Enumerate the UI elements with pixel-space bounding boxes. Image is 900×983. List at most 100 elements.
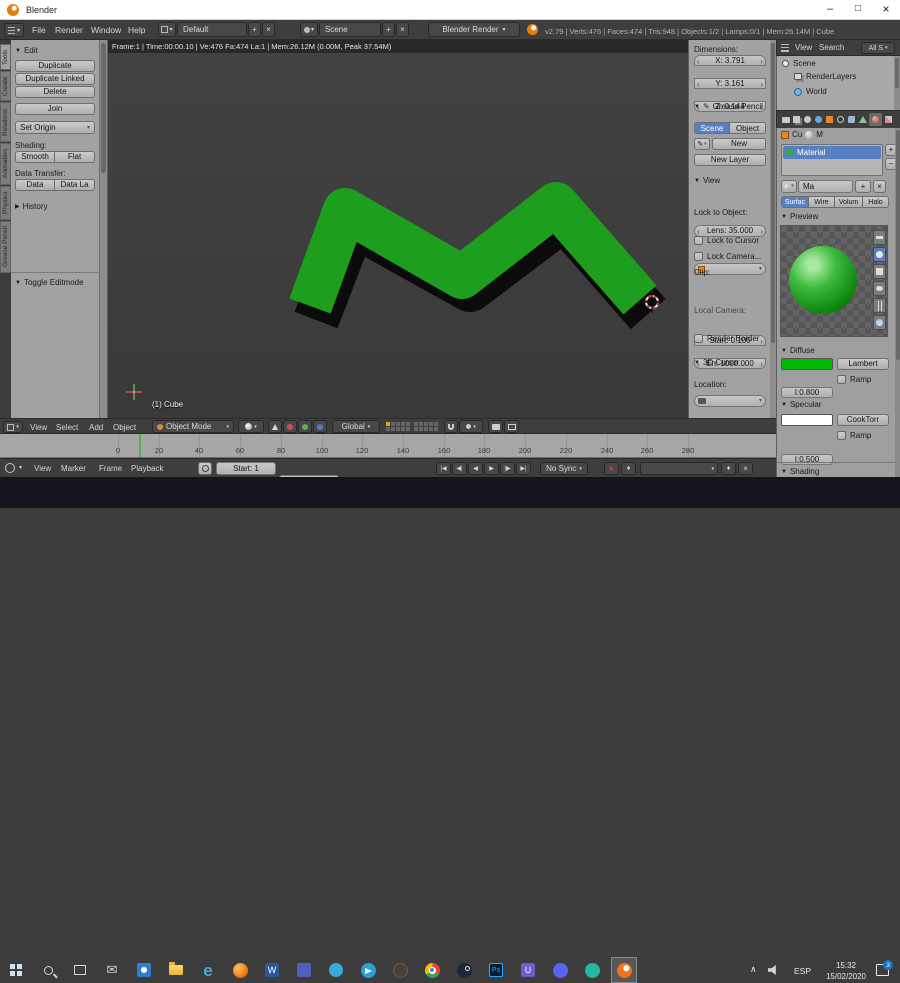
hidden-icons-caret[interactable]: ∧ (750, 964, 757, 975)
layer-dot[interactable] (401, 422, 405, 426)
timeline-ruler[interactable]: 0 20 40 60 80 100 120 140 160 180 200 22… (0, 434, 776, 458)
manipulator-pointer-button[interactable] (268, 420, 282, 433)
manipulator-rotate-button[interactable] (298, 420, 312, 433)
dimension-y-field[interactable]: ‹ Y: 3.161 › (694, 78, 766, 89)
start-button[interactable] (3, 957, 29, 983)
teal-app-icon[interactable] (579, 957, 605, 983)
layer-dot[interactable] (429, 427, 433, 431)
manipulator-scale-button[interactable] (313, 420, 327, 433)
snap-magnet-button[interactable] (444, 420, 458, 433)
material-browse-dropdown[interactable]: ▾ (781, 180, 797, 193)
close-button[interactable]: × (872, 0, 900, 20)
jump-to-start-button[interactable]: |◀ (436, 462, 451, 475)
maximize-button[interactable]: □ (844, 0, 872, 20)
outliner-item-world[interactable]: World (794, 87, 827, 96)
gp-new-button[interactable]: New (712, 138, 766, 150)
task-view-button[interactable] (67, 957, 93, 983)
unlink-material-button[interactable]: × (873, 180, 886, 193)
tool-shelf-scrollbar[interactable] (100, 40, 108, 418)
set-origin-dropdown[interactable]: Set Origin ▾ (15, 121, 95, 134)
data-transfer-layout-button[interactable]: Data La (55, 179, 95, 191)
layer-dot[interactable] (406, 422, 410, 426)
render-tab-icon[interactable] (782, 117, 790, 123)
timeline-menu-playback[interactable]: Playback (131, 464, 163, 473)
jump-to-end-button[interactable]: ▶| (516, 462, 531, 475)
outliner-display-filter-dropdown[interactable]: All S ▾ (861, 42, 895, 54)
specular-panel-header[interactable]: ▼ Specular (781, 400, 822, 409)
gp-new-layer-button[interactable]: New Layer (694, 154, 766, 166)
material-slot-row[interactable]: Material (783, 146, 881, 159)
current-frame-line[interactable] (139, 434, 141, 457)
layer-dot[interactable] (414, 427, 418, 431)
play-button[interactable]: ▶ (484, 462, 499, 475)
preview-type-world-button[interactable] (873, 315, 886, 330)
photoshop-app-icon[interactable]: Ps (483, 957, 509, 983)
discord-app-icon[interactable] (547, 957, 573, 983)
tool-tab-tools[interactable]: Tools (0, 44, 11, 70)
material-type-surface[interactable]: Surfac (781, 196, 809, 208)
chrome-app-icon[interactable] (419, 957, 445, 983)
history-panel-header[interactable]: ▶ History (15, 202, 48, 211)
layer-dot[interactable] (396, 427, 400, 431)
play-reverse-button[interactable]: ◀ (468, 462, 483, 475)
minimize-button[interactable]: – (816, 0, 844, 20)
diffuse-color-swatch[interactable] (781, 358, 833, 370)
keying-add-button[interactable]: ♦ (721, 462, 736, 475)
outliner-editor-icon[interactable] (781, 44, 789, 52)
outliner-menu-view[interactable]: View (795, 43, 812, 52)
snap-element-dropdown[interactable]: ▾ (459, 420, 483, 433)
layer-dot[interactable] (391, 427, 395, 431)
blender-app-icon-active[interactable] (611, 957, 637, 983)
lock-camera-checkbox[interactable]: Lock Camera... (694, 252, 761, 261)
clock-tray[interactable]: 15:32 15/02/2020 (822, 960, 870, 982)
layer-dot[interactable] (396, 422, 400, 426)
preview-type-cube-button[interactable] (873, 264, 886, 279)
screen-layout-name-field[interactable]: Default (177, 22, 247, 37)
increment-icon[interactable]: › (760, 80, 763, 88)
tool-tab-physics[interactable]: Physics (0, 186, 11, 220)
timeline-menu-marker[interactable]: Marker (61, 464, 86, 473)
join-button[interactable]: Join (15, 103, 95, 115)
object-tab-icon[interactable] (826, 116, 833, 123)
gp-scene-toggle[interactable]: Scene (694, 122, 730, 134)
layer-dot-active[interactable] (386, 422, 390, 426)
opengl-render-anim-button[interactable] (504, 420, 519, 433)
scrollbar-thumb[interactable] (771, 43, 775, 343)
layers-widget-group1[interactable] (386, 422, 410, 432)
material-type-halo[interactable]: Halo (863, 196, 889, 208)
diffuse-shader-dropdown[interactable]: Lambert (837, 358, 889, 370)
teams-app-icon[interactable] (291, 957, 317, 983)
tool-tab-grease-pencil[interactable]: Grease Pencil (0, 221, 11, 273)
outliner-item-renderlayers[interactable]: RenderLayers (794, 72, 856, 81)
transform-orientation-dropdown[interactable]: Global ▾ (332, 420, 380, 433)
scene-browse-button[interactable]: ▾ (300, 22, 318, 37)
viewport-menu-view[interactable]: View (30, 423, 47, 432)
frame-start-field[interactable]: Start: 1 (216, 462, 276, 475)
diffuse-intensity-slider[interactable]: I:0.800 (781, 387, 833, 398)
photos-app-icon[interactable] (131, 957, 157, 983)
cursor-3d-panel-header[interactable]: ▼ 3D Cursor (694, 358, 739, 367)
shading-panel-header[interactable]: ▼ Shading (781, 467, 819, 476)
gp-object-toggle[interactable]: Object (730, 122, 766, 134)
outliner-scrollbar[interactable] (894, 56, 900, 110)
preview-panel-header[interactable]: ▼ Preview (781, 212, 818, 221)
layer-dot[interactable] (429, 422, 433, 426)
viewport-3d[interactable]: Frame:1 | Time:00:00.10 | Ve:476 Fa:474 … (108, 40, 688, 418)
menu-render[interactable]: Render (55, 25, 83, 35)
render-layers-tab-icon[interactable] (793, 116, 800, 123)
keying-set-field[interactable]: ▾ (640, 462, 718, 475)
duplicate-button[interactable]: Duplicate (15, 60, 95, 72)
dimension-x-field[interactable]: ‹ X: 3.791 › (694, 55, 766, 66)
tool-tab-animation[interactable]: Animation (0, 143, 11, 185)
render-border-checkbox[interactable]: Render Border (694, 334, 759, 343)
decrement-icon[interactable]: ‹ (697, 227, 700, 236)
local-camera-picker[interactable]: ▾ (694, 395, 766, 407)
shade-smooth-button[interactable]: Smooth (15, 151, 55, 163)
increment-icon[interactable]: › (760, 57, 763, 65)
add-scene-button[interactable]: + (382, 22, 395, 37)
layer-dot[interactable] (434, 422, 438, 426)
timeline-menu-frame[interactable]: Frame (99, 464, 122, 473)
diffuse-ramp-checkbox[interactable]: Ramp (837, 375, 871, 384)
skype-app-icon[interactable] (323, 957, 349, 983)
layers-widget-group2[interactable] (414, 422, 438, 432)
